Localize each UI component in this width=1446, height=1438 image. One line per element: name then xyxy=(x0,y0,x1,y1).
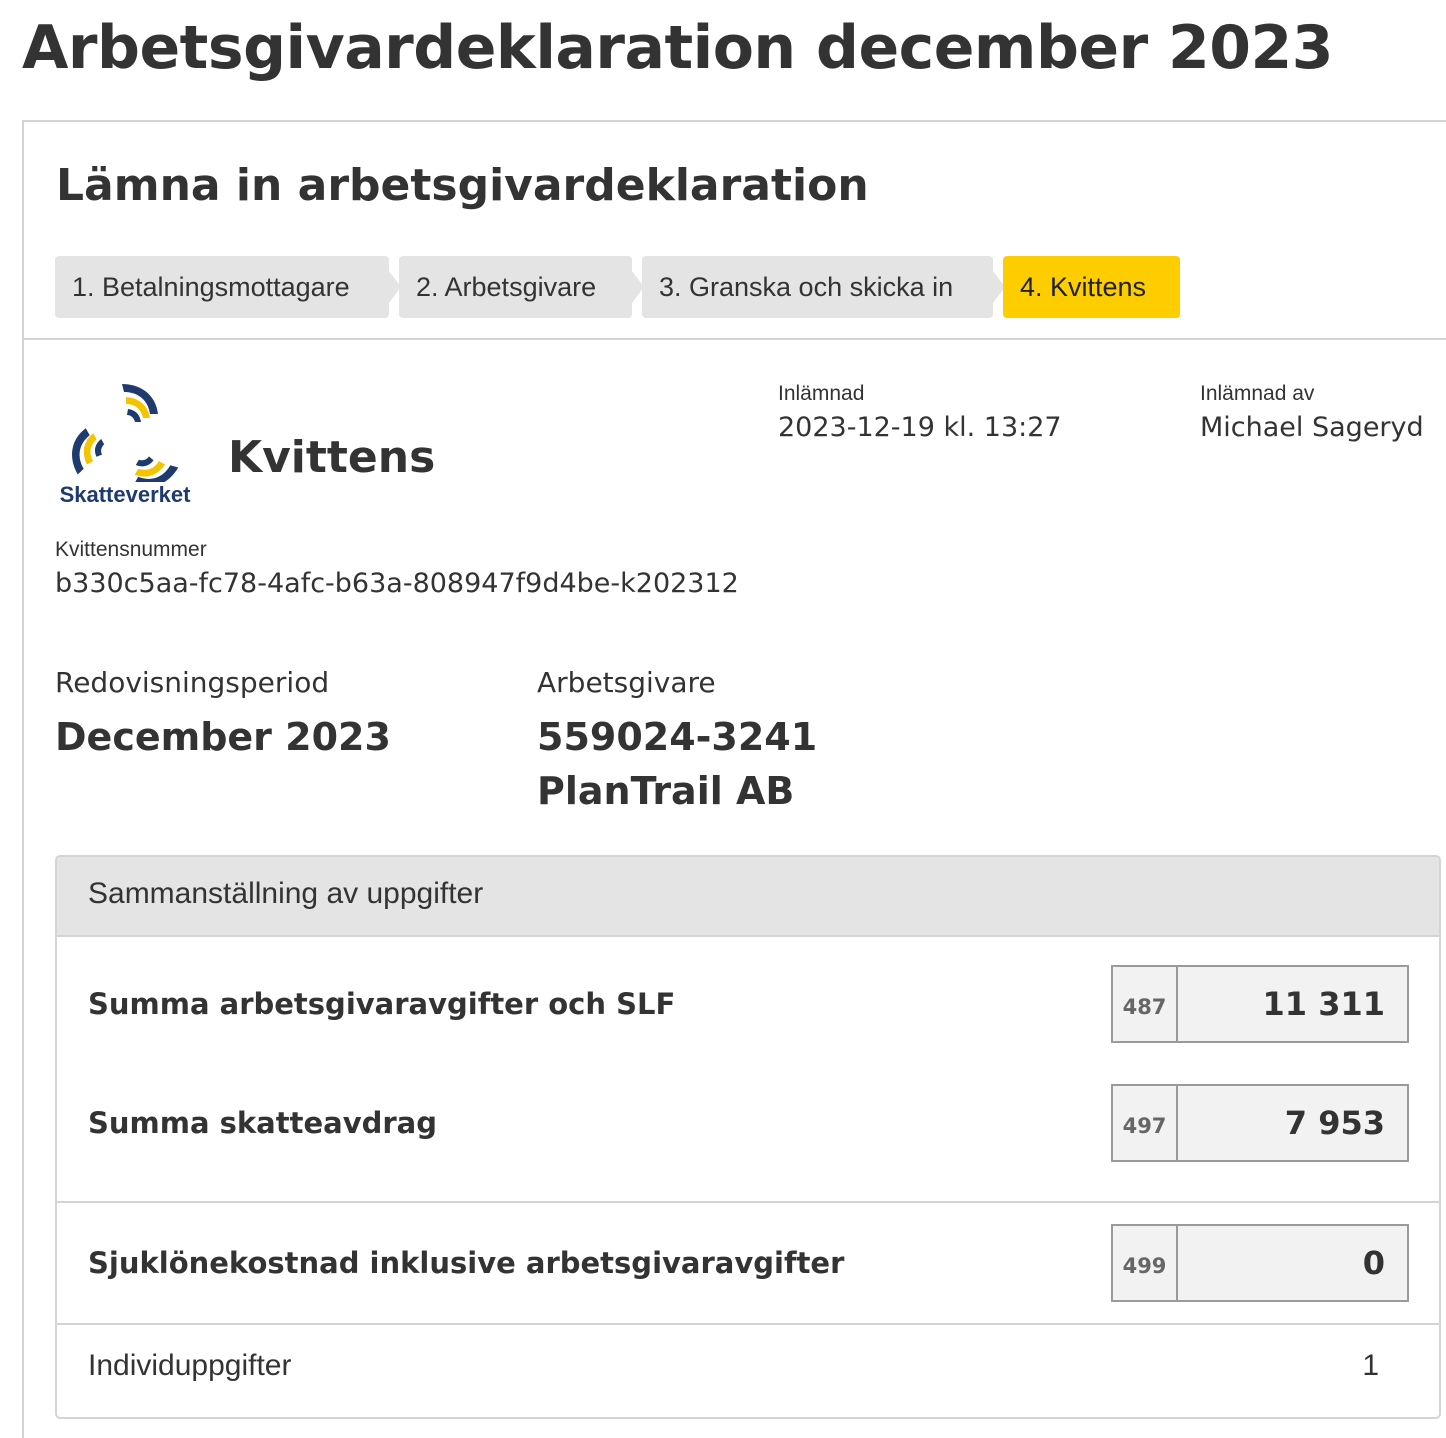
step-1: 1. Betalningsmottagare xyxy=(55,256,389,318)
divider xyxy=(24,338,1446,340)
field-value: 0 xyxy=(1362,1244,1385,1282)
summary-field-499: 499 0 xyxy=(1111,1224,1409,1302)
individ-label: Individuppgifter xyxy=(88,1349,292,1382)
summary-row-label: Summa arbetsgivaravgifter och SLF xyxy=(88,987,676,1021)
receipt-number-value: b330c5aa-fc78-4afc-b63a-808947f9d4be-k20… xyxy=(55,568,739,599)
period-value: December 2023 xyxy=(55,715,391,759)
summary-heading: Sammanställning av uppgifter xyxy=(88,877,484,910)
step-4-active: 4. Kvittens xyxy=(1003,256,1180,318)
submitted-value: 2023-12-19 kl. 13:27 xyxy=(778,412,1062,443)
field-code: 497 xyxy=(1113,1086,1178,1160)
page-title: Arbetsgivardeklaration december 2023 xyxy=(22,13,1334,83)
employer-label: Arbetsgivare xyxy=(537,666,716,699)
submitted-by-label: Inlämnad av xyxy=(1200,382,1315,405)
field-code: 499 xyxy=(1113,1226,1178,1300)
step-2: 2. Arbetsgivare xyxy=(399,256,632,318)
field-code: 487 xyxy=(1113,967,1178,1041)
skatteverket-logo-icon xyxy=(59,384,179,499)
field-value: 7 953 xyxy=(1284,1104,1385,1142)
skatteverket-logo: Skatteverket xyxy=(54,378,196,508)
submitted-label: Inlämnad xyxy=(778,382,865,405)
summary-header: Sammanställning av uppgifter xyxy=(57,857,1439,937)
declaration-card: Lämna in arbetsgivardeklaration 1. Betal… xyxy=(22,120,1446,1438)
employer-name: PlanTrail AB xyxy=(537,769,795,813)
receipt-heading: Kvittens xyxy=(228,432,436,483)
logo-text: Skatteverket xyxy=(59,482,191,507)
individ-value: 1 xyxy=(1362,1349,1379,1382)
summary-field-487: 487 11 311 xyxy=(1111,965,1409,1043)
summary-panel: Sammanställning av uppgifter Summa arbet… xyxy=(55,855,1441,1419)
divider xyxy=(57,1201,1439,1203)
period-label: Redovisningsperiod xyxy=(55,666,330,699)
receipt-number-label: Kvittensnummer xyxy=(55,538,207,561)
employer-org-number: 559024-3241 xyxy=(537,715,818,759)
summary-row-label: Summa skatteavdrag xyxy=(88,1106,438,1140)
summary-row-label: Sjuklönekostnad inklusive arbetsgivaravg… xyxy=(88,1246,845,1280)
card-title: Lämna in arbetsgivardeklaration xyxy=(56,160,869,211)
divider xyxy=(57,1323,1439,1325)
submitted-by-value: Michael Sageryd xyxy=(1200,412,1424,443)
step-3: 3. Granska och skicka in xyxy=(642,256,993,318)
summary-field-497: 497 7 953 xyxy=(1111,1084,1409,1162)
field-value: 11 311 xyxy=(1262,985,1385,1023)
